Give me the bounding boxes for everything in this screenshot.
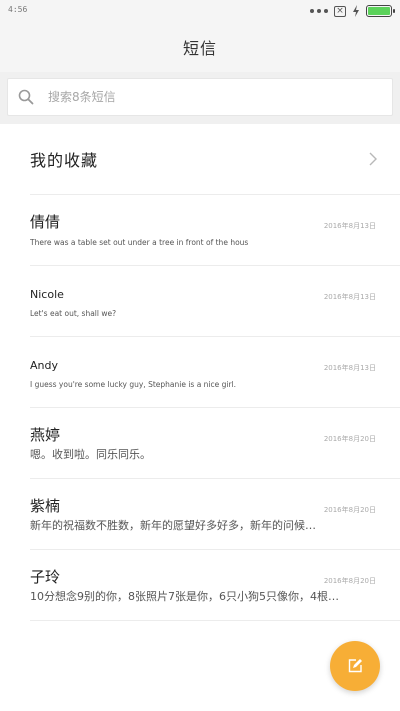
contact-name: Nicole bbox=[30, 288, 64, 301]
contact-name: 燕婷 bbox=[30, 426, 61, 444]
no-sim-icon: × bbox=[334, 5, 346, 17]
message-date: 2016年8月13日 bbox=[323, 293, 376, 301]
contact-name: 紫楠 bbox=[30, 497, 61, 515]
status-bar: 4:56 × bbox=[0, 0, 400, 22]
battery-icon bbox=[366, 5, 395, 17]
message-date: 2016年8月13日 bbox=[323, 222, 376, 230]
status-icons: × bbox=[310, 4, 395, 18]
message-date: 2016年8月13日 bbox=[323, 364, 376, 372]
search-box[interactable] bbox=[7, 78, 393, 116]
search-area bbox=[0, 72, 400, 124]
search-input[interactable] bbox=[46, 89, 346, 105]
message-date: 2016年8月20日 bbox=[323, 577, 376, 585]
conversation-row[interactable]: 倩倩 2016年8月13日 There was a table set out … bbox=[0, 195, 400, 265]
chevron-right-icon bbox=[369, 152, 377, 166]
conversation-row[interactable]: 子玲 2016年8月20日 10分想念9别的你，8张照片7张是你，6只小狗5只像… bbox=[0, 550, 400, 620]
compose-icon bbox=[348, 659, 362, 673]
title-bar: 短信 bbox=[0, 22, 400, 72]
conversation-row[interactable]: Andy 2016年8月13日 I guess you're some luck… bbox=[0, 337, 400, 407]
contact-name: 子玲 bbox=[30, 568, 61, 586]
more-dots-icon bbox=[310, 9, 328, 13]
favorites-row[interactable]: 我的收藏 bbox=[0, 124, 400, 194]
conversation-row[interactable]: 燕婷 2016年8月20日 嗯。收到啦。同乐同乐。 bbox=[0, 408, 400, 478]
message-date: 2016年8月20日 bbox=[323, 435, 376, 443]
favorites-label: 我的收藏 bbox=[30, 151, 99, 170]
contact-name: 倩倩 bbox=[30, 213, 61, 231]
message-preview: 新年的祝福数不胜数，新年的愿望好多好多，新年的问候… bbox=[30, 519, 316, 532]
compose-button[interactable] bbox=[330, 641, 380, 691]
message-preview: 嗯。收到啦。同乐同乐。 bbox=[30, 448, 151, 461]
charging-bolt-icon bbox=[353, 5, 359, 17]
message-preview: 10分想念9别的你，8张照片7张是你，6只小狗5只像你，4根… bbox=[30, 590, 339, 603]
page-title: 短信 bbox=[182, 39, 217, 58]
conversation-row[interactable]: 紫楠 2016年8月20日 新年的祝福数不胜数，新年的愿望好多好多，新年的问候… bbox=[0, 479, 400, 549]
conversation-list: 我的收藏 倩倩 2016年8月13日 There was a table set… bbox=[0, 124, 400, 711]
message-preview: I guess you're some lucky guy, Stephanie… bbox=[30, 380, 237, 389]
battery-fill bbox=[368, 7, 390, 15]
divider bbox=[30, 620, 400, 621]
conversation-row[interactable]: Nicole 2016年8月13日 Let's eat out, shall w… bbox=[0, 266, 400, 336]
contact-name: Andy bbox=[30, 359, 58, 372]
status-time: 4:56 bbox=[8, 5, 28, 14]
message-preview: Let's eat out, shall we? bbox=[30, 309, 117, 318]
search-icon bbox=[18, 89, 34, 105]
message-date: 2016年8月20日 bbox=[323, 506, 376, 514]
message-preview: There was a table set out under a tree i… bbox=[30, 238, 249, 247]
